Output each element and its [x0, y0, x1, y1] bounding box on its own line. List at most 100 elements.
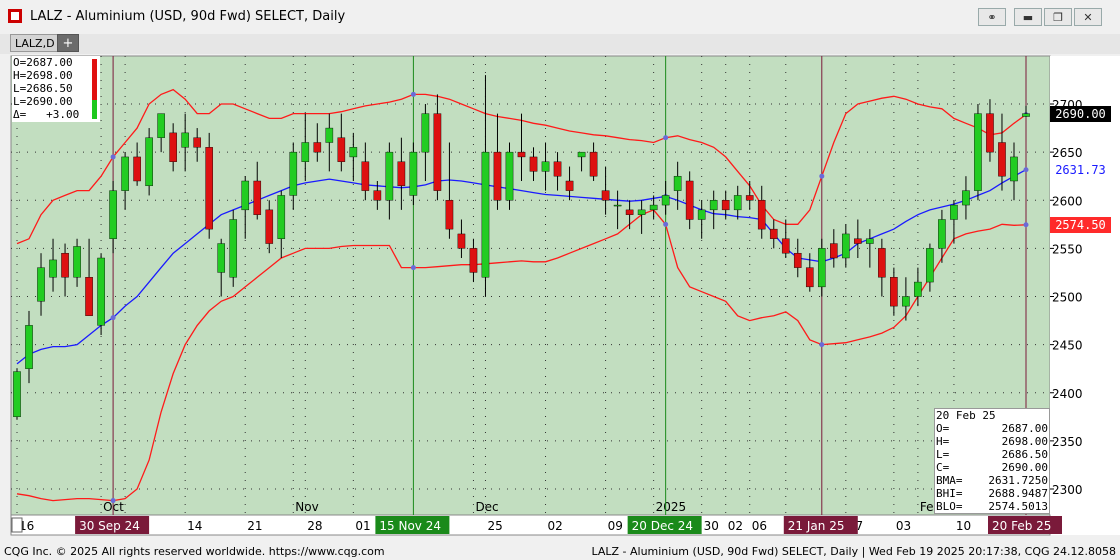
candle-body [493, 151, 502, 201]
band-point-marker [1023, 222, 1029, 228]
candle-body [577, 151, 586, 158]
candle-body [157, 113, 165, 138]
info-value: 2687.00 [1001, 422, 1048, 435]
candle-body [842, 233, 850, 259]
candle-body [433, 113, 442, 191]
candle-body [541, 161, 550, 172]
candle-body [133, 156, 141, 182]
date-marker-label: 15 Nov 24 [379, 519, 441, 533]
date-marker-label: 30 Sep 24 [79, 519, 140, 533]
candle-body [709, 200, 718, 211]
band-point-marker [110, 498, 116, 504]
candle-body [649, 204, 658, 211]
candle-body [25, 325, 33, 369]
candle-body [85, 277, 93, 316]
x-tick-label: 25 [487, 519, 502, 533]
band-point-marker [819, 342, 825, 348]
band-point-marker [410, 91, 416, 97]
candle-body [517, 151, 526, 158]
y-tick-label: 2650 [1052, 146, 1083, 160]
ohlc-row: O=2687.00 [13, 56, 73, 69]
candle-body [854, 238, 862, 244]
minimize-button[interactable]: ▬ [1014, 8, 1042, 26]
month-label: 2025 [656, 500, 687, 514]
x-tick-label: 09 [608, 519, 623, 533]
candle-body [277, 195, 286, 239]
candle-body [685, 180, 694, 220]
candle-body [385, 151, 394, 201]
x-tick-label: 02 [548, 519, 563, 533]
x-tick-label: 14 [187, 519, 202, 533]
info-value: 2686.50 [1001, 448, 1048, 461]
candle-body [769, 228, 778, 239]
candle-body [397, 161, 406, 187]
candle-body [938, 219, 946, 249]
candle-body [373, 190, 382, 201]
candle-body [229, 219, 238, 278]
candle-body [169, 132, 177, 162]
candle-body [409, 151, 418, 196]
candle-body [205, 147, 213, 230]
info-value: 2631.7250 [988, 474, 1048, 487]
restore-button[interactable]: ❐ [1044, 8, 1072, 26]
info-date: 20 Feb 25 [936, 409, 996, 422]
band-point-marker [110, 154, 116, 160]
candle-body [13, 371, 21, 418]
candle-body [553, 161, 562, 177]
ohlc-row: L=2686.50 [13, 82, 73, 95]
candle-body [878, 248, 886, 278]
candle-body [998, 142, 1006, 177]
info-row: H= 2698.00 [936, 435, 1048, 448]
candle-body [193, 137, 201, 148]
window-title: LALZ - Aluminium (USD, 90d Fwd) SELECT, … [30, 9, 346, 24]
x-tick-label: 03 [896, 519, 911, 533]
tab-lalz-daily[interactable]: LALZ,D [10, 34, 60, 52]
candle-body [950, 204, 958, 220]
candle-body [589, 151, 598, 177]
candle-body [673, 175, 682, 191]
cursor-info-box: 20 Feb 25 O= 2687.00 H= 2698.00 L= 2686.50 C= 2… [934, 408, 1050, 514]
candle-body [1022, 113, 1030, 117]
info-value: 2574.5013 [988, 500, 1048, 513]
info-value: 2698.00 [1001, 435, 1048, 448]
candle-body [61, 252, 69, 278]
band-point-marker [819, 173, 825, 179]
info-row: C= 2690.00 [936, 461, 1048, 474]
info-key: BHI= [936, 487, 963, 500]
y-tick-label: 2550 [1052, 242, 1083, 256]
x-tick-label: 30 [704, 519, 719, 533]
candle-body [625, 209, 634, 215]
candle-body [313, 142, 322, 153]
add-tab-button[interactable]: + [57, 34, 79, 52]
status-info: LALZ - Aluminium (USD, 90d Fwd) SELECT, … [591, 545, 1116, 558]
info-key: O= [936, 422, 950, 435]
y-tick-label: 2500 [1052, 291, 1083, 305]
close-button[interactable]: ✕ [1074, 8, 1102, 26]
band-point-marker [1023, 167, 1029, 173]
candle-body [145, 137, 153, 187]
ohlc-change-bar [92, 100, 97, 119]
y-tick-label: 2300 [1052, 483, 1083, 497]
candle-body [830, 243, 838, 259]
candle-body [1010, 156, 1018, 182]
info-row: O= 2687.00 [936, 422, 1048, 435]
candle-body [97, 257, 105, 326]
info-row: BLO= 2574.5013 [936, 500, 1048, 513]
date-marker-label: 20 Feb 25 [992, 519, 1051, 533]
ohlc-row: L=2690.00 [13, 95, 73, 108]
scroll-handle [11, 517, 23, 533]
candle-body [757, 200, 766, 230]
x-axis-area [10, 514, 1051, 536]
x-tick-label: 01 [355, 519, 370, 533]
candle-body [469, 248, 478, 273]
candle-body [325, 127, 334, 143]
candle-body [349, 147, 358, 158]
copyright-text: CQG Inc. © 2025 All rights reserved worl… [4, 545, 385, 558]
candle-body [109, 190, 117, 239]
link-icon[interactable]: ⚭ [978, 8, 1006, 26]
candle-body [289, 151, 298, 196]
candle-body [481, 151, 490, 278]
candle-body [505, 151, 514, 201]
status-bar: CQG Inc. © 2025 All rights reserved worl… [0, 543, 1120, 560]
price-tag: 2574.50 [1050, 216, 1111, 233]
